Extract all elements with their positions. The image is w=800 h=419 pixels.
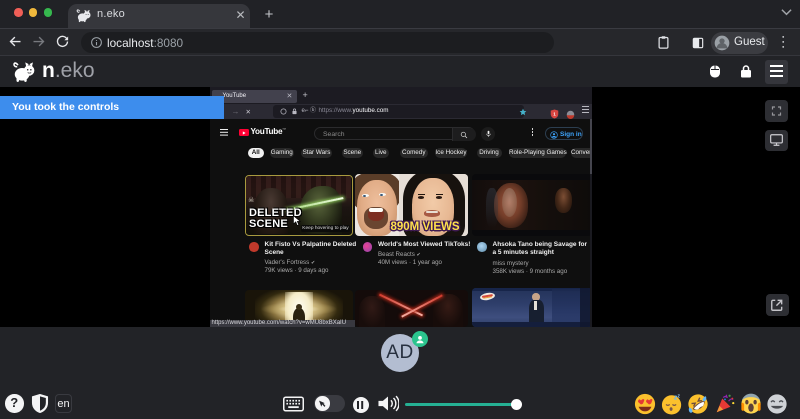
svg-text:z: z xyxy=(678,394,681,400)
